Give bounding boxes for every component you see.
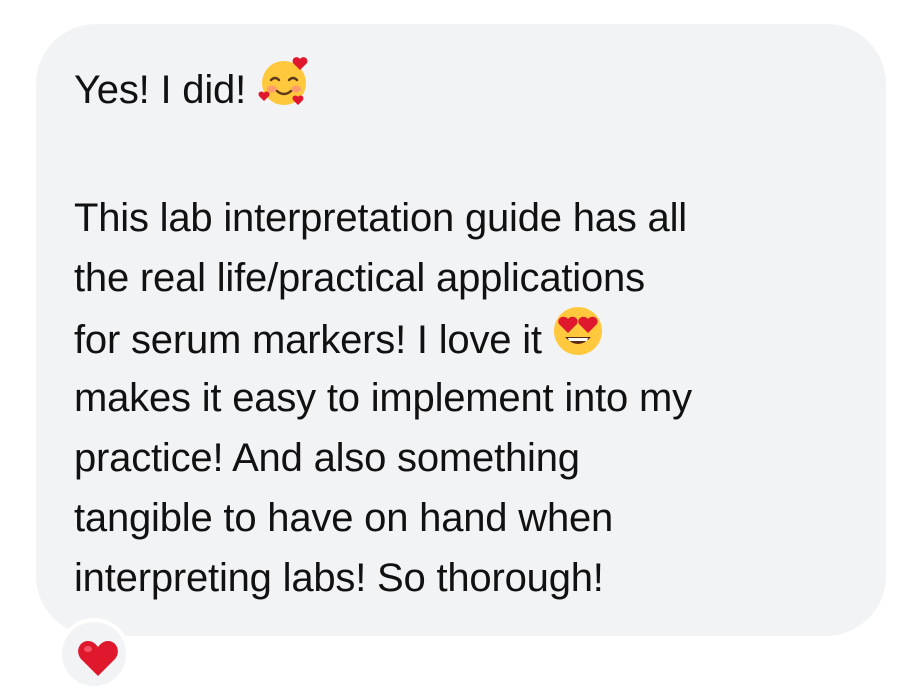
- message-line: interpreting labs! So thorough!: [74, 556, 604, 600]
- message-line: for serum markers! I love it: [74, 318, 542, 363]
- red-heart-icon: [78, 641, 118, 676]
- message-greeting-line: Yes! I did!: [74, 56, 312, 129]
- message-line-with-emoji: for serum markers! I love it: [74, 305, 604, 377]
- reaction-badge[interactable]: [58, 618, 130, 690]
- message-line: practice! And also something: [74, 436, 580, 480]
- message-line: the real life/practical applications: [74, 256, 645, 300]
- message-line: tangible to have on hand when: [74, 496, 614, 540]
- message-greeting-text: Yes! I did!: [74, 68, 246, 113]
- message-line: makes it easy to implement into my: [74, 376, 692, 420]
- message-line: This lab interpretation guide has all: [74, 196, 687, 240]
- heart-eyes-icon: [552, 305, 604, 374]
- smiling-face-with-hearts-icon: [256, 53, 312, 126]
